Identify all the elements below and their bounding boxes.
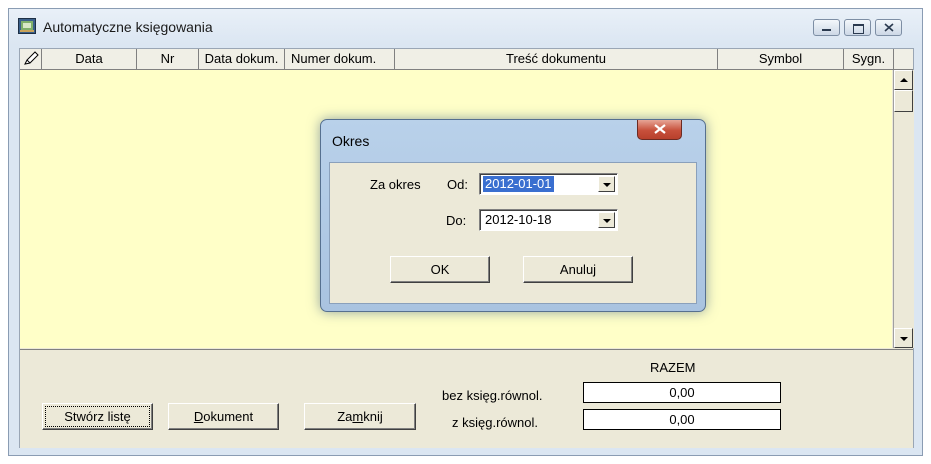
od-label: Od:	[447, 177, 468, 192]
dialog-close-button[interactable]	[637, 120, 682, 140]
summary-panel: RAZEM bez księg.równol. 0,00 z księg.rów…	[20, 349, 913, 448]
do-date-select[interactable]: 2012-10-18	[479, 209, 618, 231]
arrow-down-icon	[900, 337, 908, 341]
dokument-accel: D	[193, 409, 204, 424]
close-window-button[interactable]	[875, 19, 902, 36]
bez-ksieg-value: 0,00	[583, 382, 781, 403]
scroll-down-button[interactable]	[894, 328, 913, 348]
column-header-numer-dokum[interactable]: Numer dokum.	[285, 49, 395, 69]
razem-label: RAZEM	[650, 360, 696, 375]
do-label: Do:	[446, 213, 467, 228]
zamknij-post: knij	[363, 409, 383, 424]
grid-header: Data Nr Data dokum. Numer dokum. Treść d…	[20, 49, 913, 70]
dialog-title: Okres	[332, 133, 370, 149]
zamknij-pre: Za	[337, 409, 353, 424]
zamknij-button[interactable]: Zamknij	[304, 403, 416, 430]
scroll-up-button[interactable]	[894, 70, 913, 90]
dokument-rest: okument	[203, 409, 254, 424]
close-icon	[884, 23, 894, 32]
od-date-value: 2012-01-01	[483, 176, 554, 192]
chevron-down-icon	[603, 219, 611, 223]
scroll-thumb[interactable]	[894, 90, 913, 112]
arrow-up-icon	[900, 78, 908, 82]
z-ksieg-label: z księg.równol.	[452, 415, 538, 430]
title-bar[interactable]: Automatyczne księgowania	[9, 9, 922, 45]
od-dropdown-button[interactable]	[598, 176, 615, 192]
ledger-app-icon	[18, 18, 36, 34]
column-header-data-dokum[interactable]: Data dokum.	[199, 49, 285, 69]
okres-dialog: Okres Za okres Od: 2012-01-01 Do: 2012-1…	[320, 119, 706, 312]
window-title: Automatyczne księgowania	[43, 19, 213, 35]
close-icon	[654, 124, 666, 134]
column-header-symbol[interactable]: Symbol	[718, 49, 844, 69]
column-header-nr[interactable]: Nr	[137, 49, 199, 69]
anuluj-button[interactable]: Anuluj	[523, 256, 633, 283]
dokument-button[interactable]: Dokument	[168, 403, 279, 430]
column-header-data[interactable]: Data	[42, 49, 137, 69]
column-header-sygn[interactable]: Sygn.	[844, 49, 894, 69]
check-column-header[interactable]	[20, 49, 42, 69]
pencil-check-icon	[24, 51, 39, 65]
minimize-button[interactable]	[813, 19, 840, 36]
od-date-select[interactable]: 2012-01-01	[479, 173, 618, 195]
ok-button[interactable]: OK	[390, 256, 490, 283]
maximize-button[interactable]	[844, 19, 871, 36]
do-date-value: 2012-10-18	[485, 212, 552, 227]
z-ksieg-value: 0,00	[583, 409, 781, 430]
zamknij-accel: m	[352, 409, 364, 424]
bez-ksieg-label: bez księg.równol.	[442, 388, 543, 403]
do-dropdown-button[interactable]	[598, 212, 615, 228]
chevron-down-icon	[603, 183, 611, 187]
za-okres-label: Za okres	[370, 177, 421, 192]
column-header-tresc[interactable]: Treść dokumentu	[395, 49, 718, 69]
dialog-body: Za okres Od: 2012-01-01 Do: 2012-10-18 O…	[329, 162, 697, 304]
stworz-liste-button[interactable]: Stwórz listę	[42, 403, 153, 430]
minimize-icon	[822, 29, 831, 31]
vertical-scrollbar[interactable]	[893, 70, 914, 348]
maximize-icon	[853, 24, 864, 34]
